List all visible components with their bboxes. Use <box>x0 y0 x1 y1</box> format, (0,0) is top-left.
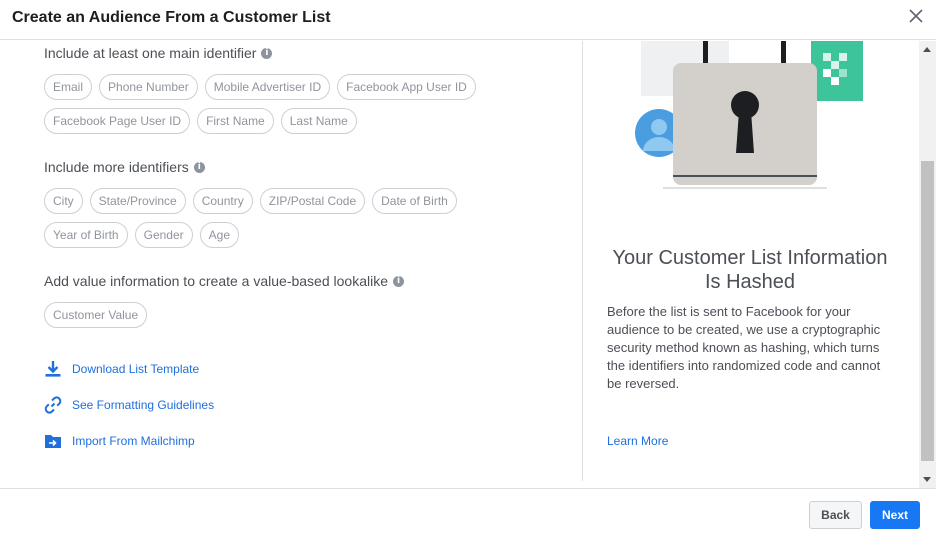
import-mailchimp-link[interactable]: Import From Mailchimp <box>44 432 195 450</box>
scroll-thumb[interactable] <box>921 161 934 461</box>
value-info-row: Customer Value <box>44 302 148 328</box>
close-icon[interactable] <box>908 8 924 24</box>
formatting-guidelines-label: See Formatting Guidelines <box>72 398 215 412</box>
more-identifiers-row-1: City State/Province Country ZIP/Postal C… <box>44 188 457 214</box>
identifier-pill[interactable]: Country <box>192 188 253 214</box>
dialog-title: Create an Audience From a Customer List <box>12 9 331 26</box>
folder-import-icon <box>44 432 62 450</box>
identifier-panel: Include at least one main identifier i E… <box>0 41 582 481</box>
info-panel-scrollbar[interactable] <box>919 41 936 488</box>
info-title: Your Customer List Information Is Hashed <box>612 247 888 293</box>
identifier-pill[interactable]: ZIP/Postal Code <box>259 188 366 214</box>
identifier-pill[interactable]: Last Name <box>280 108 357 134</box>
more-identifiers-heading: Include more identifiers i <box>44 159 205 175</box>
main-identifier-row-2: Facebook Page User ID First Name Last Na… <box>44 108 357 134</box>
identifier-pill[interactable]: Email <box>44 74 93 100</box>
info-body: Before the list is sent to Facebook for … <box>607 304 881 391</box>
identifier-pill[interactable]: Year of Birth <box>44 222 128 248</box>
scroll-up-arrow-icon[interactable] <box>923 47 931 52</box>
info-icon[interactable]: i <box>392 275 404 287</box>
identifier-pill[interactable]: First Name <box>197 108 274 134</box>
identifier-pill[interactable]: Mobile Advertiser ID <box>204 74 331 100</box>
info-icon[interactable]: i <box>193 161 205 173</box>
identifier-pill[interactable]: Facebook Page User ID <box>44 108 191 134</box>
lock-illustration <box>635 41 863 189</box>
main-identifier-row-1: Email Phone Number Mobile Advertiser ID … <box>44 74 476 100</box>
import-mailchimp-label: Import From Mailchimp <box>72 434 195 448</box>
scroll-down-arrow-icon[interactable] <box>923 477 931 482</box>
download-template-label: Download List Template <box>72 362 200 376</box>
download-template-link[interactable]: Download List Template <box>44 360 199 378</box>
identifier-pill[interactable]: State/Province <box>89 188 186 214</box>
info-icon[interactable]: i <box>261 47 273 59</box>
identifier-pill[interactable]: Phone Number <box>99 74 198 100</box>
identifier-pill[interactable]: Date of Birth <box>372 188 457 214</box>
info-panel: Your Customer List Information Is Hashed… <box>583 41 919 481</box>
identifier-pill[interactable]: Age <box>199 222 239 248</box>
value-info-label: Add value information to create a value-… <box>44 273 388 289</box>
next-button[interactable]: Next <box>870 501 920 529</box>
back-button[interactable]: Back <box>809 501 862 529</box>
main-identifier-label: Include at least one main identifier <box>44 45 257 61</box>
more-identifiers-label: Include more identifiers <box>44 159 189 175</box>
formatting-guidelines-link[interactable]: See Formatting Guidelines <box>44 396 214 414</box>
learn-more-link[interactable]: Learn More <box>607 434 668 448</box>
identifier-pill[interactable]: City <box>44 188 83 214</box>
value-pill[interactable]: Customer Value <box>44 302 148 328</box>
dialog-header: Create an Audience From a Customer List <box>0 0 936 40</box>
dialog-footer: Back Next <box>0 488 936 539</box>
main-identifier-heading: Include at least one main identifier i <box>44 45 273 61</box>
value-info-heading: Add value information to create a value-… <box>44 273 404 289</box>
identifier-pill[interactable]: Gender <box>134 222 193 248</box>
identifier-pill[interactable]: Facebook App User ID <box>337 74 476 100</box>
download-icon <box>44 360 62 378</box>
more-identifiers-row-2: Year of Birth Gender Age <box>44 222 239 248</box>
link-icon <box>44 396 62 414</box>
